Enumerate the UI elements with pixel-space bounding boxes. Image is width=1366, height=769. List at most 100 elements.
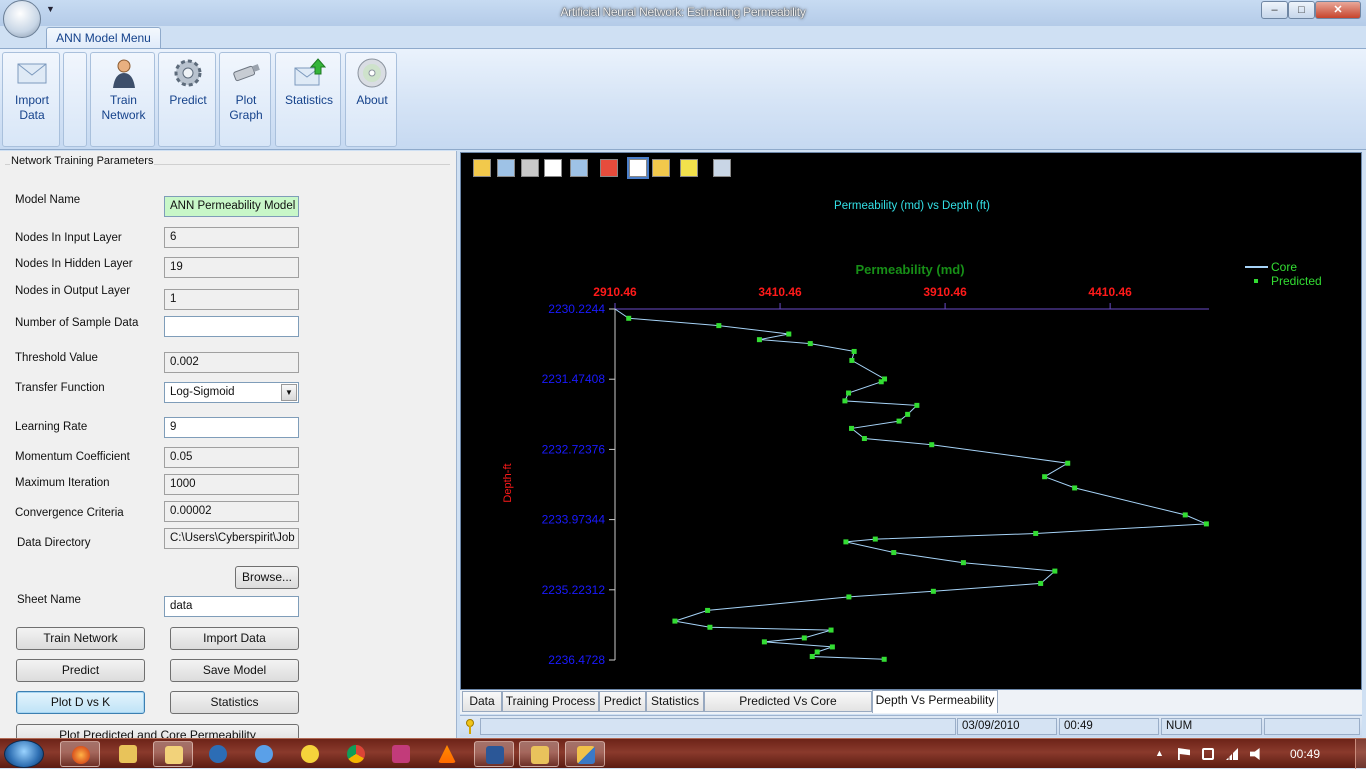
taskbar-project[interactable] bbox=[519, 741, 559, 767]
plot-predicted-core-button[interactable]: Plot Predicted and Core Permeability bbox=[16, 724, 299, 738]
properties-icon[interactable] bbox=[627, 157, 649, 179]
status-bar: 03/09/2010 00:49 NUM bbox=[460, 715, 1362, 737]
x-axis-label: Permeability (md) bbox=[855, 262, 964, 277]
tab-data[interactable]: Data bbox=[462, 691, 502, 712]
zoom-icon[interactable] bbox=[544, 159, 562, 177]
import-data-button[interactable]: Import Data bbox=[3, 53, 61, 123]
predicted-point bbox=[1052, 568, 1058, 574]
predicted-point bbox=[878, 379, 884, 385]
ribbon: Import Data Train Network Predict Plot G… bbox=[0, 48, 1366, 150]
taskbar-word[interactable] bbox=[474, 741, 514, 767]
train-network-button-panel[interactable]: Train Network bbox=[16, 627, 145, 650]
x-tick-label: 3910.46 bbox=[923, 285, 967, 299]
axis-icon[interactable] bbox=[680, 159, 698, 177]
predicted-point bbox=[1182, 512, 1188, 518]
winrar-icon bbox=[392, 745, 410, 763]
usb-drive-icon bbox=[233, 64, 260, 82]
network-training-parameters-panel: Network Training Parameters Model Name A… bbox=[0, 151, 457, 738]
taskbar-firefox[interactable] bbox=[60, 741, 100, 767]
predicted-point bbox=[814, 649, 820, 655]
chevron-down-icon[interactable]: ▼ bbox=[281, 384, 297, 401]
application-orb-button[interactable] bbox=[3, 0, 41, 38]
maximize-button[interactable]: □ bbox=[1288, 1, 1315, 19]
predicted-point bbox=[905, 411, 911, 417]
envelope-upload-icon bbox=[294, 58, 326, 86]
taskbar-hp[interactable] bbox=[198, 741, 238, 767]
predicted-point bbox=[843, 539, 849, 545]
group-title: Network Training Parameters bbox=[10, 155, 155, 167]
taskbar-file-manager[interactable] bbox=[153, 741, 193, 767]
taskbar-chrome[interactable] bbox=[336, 741, 376, 767]
print-icon[interactable] bbox=[521, 159, 539, 177]
sheet-name-field[interactable]: data bbox=[164, 596, 299, 617]
edit-icon[interactable] bbox=[713, 159, 731, 177]
import-data-button-panel[interactable]: Import Data bbox=[170, 627, 299, 650]
disc-icon bbox=[357, 58, 387, 88]
statistics-button[interactable]: Statistics bbox=[170, 691, 299, 714]
transfer-function-value: Log-Sigmoid bbox=[170, 386, 235, 398]
plot-d-vs-k-button[interactable]: Plot D vs K bbox=[16, 691, 145, 714]
3d-icon[interactable] bbox=[652, 159, 670, 177]
threshold-label: Threshold Value bbox=[15, 352, 98, 364]
taskbar-itunes[interactable] bbox=[244, 741, 284, 767]
messenger-icon bbox=[301, 745, 319, 763]
taskbar-explorer-folder[interactable] bbox=[108, 741, 148, 767]
save-icon[interactable] bbox=[473, 159, 491, 177]
predicted-point bbox=[1033, 530, 1039, 536]
power-icon[interactable] bbox=[1202, 748, 1214, 760]
predicted-point bbox=[896, 418, 902, 424]
minimize-button[interactable]: – bbox=[1261, 1, 1288, 19]
model-name-label: Model Name bbox=[15, 194, 81, 206]
close-button[interactable]: ✕ bbox=[1315, 1, 1361, 19]
tab-training-process[interactable]: Training Process bbox=[502, 691, 599, 712]
taskbar-winrar[interactable] bbox=[381, 741, 421, 767]
momentum-label: Momentum Coefficient bbox=[15, 451, 130, 463]
export-icon[interactable] bbox=[570, 159, 588, 177]
chart-title: Permeability (md) vs Depth (ft) bbox=[834, 200, 990, 212]
transfer-function-select[interactable]: Log-Sigmoid ▼ bbox=[164, 382, 299, 403]
learning-rate-field[interactable]: 9 bbox=[164, 417, 299, 438]
flag-icon[interactable] bbox=[1178, 748, 1190, 760]
plot-graph-button[interactable]: Plot Graph bbox=[220, 53, 272, 123]
train-network-button[interactable]: Train Network bbox=[91, 53, 156, 123]
color-icon[interactable] bbox=[600, 159, 618, 177]
ribbon-tab-ann-model-menu[interactable]: ANN Model Menu bbox=[46, 27, 161, 49]
hidden-nodes-field: 19 bbox=[164, 257, 299, 278]
about-button[interactable]: About bbox=[346, 53, 398, 123]
save-model-button[interactable]: Save Model bbox=[170, 659, 299, 682]
sample-data-field[interactable] bbox=[164, 316, 299, 337]
tab-predicted-vs-core[interactable]: Predicted Vs Core Permeability bbox=[704, 691, 872, 727]
taskbar-ann-app[interactable] bbox=[565, 741, 605, 767]
ribbon-group-plot: Plot Graph bbox=[219, 52, 271, 147]
volume-muted-icon[interactable] bbox=[1250, 748, 1260, 760]
y-tick-label: 2235.22312 bbox=[542, 583, 606, 597]
signal-icon[interactable] bbox=[1226, 748, 1238, 760]
y-tick-label: 2231.47408 bbox=[542, 372, 606, 386]
taskbar-messenger[interactable] bbox=[290, 741, 330, 767]
taskbar-vlc[interactable] bbox=[427, 741, 467, 767]
convergence-label: Convergence Criteria bbox=[15, 507, 124, 519]
input-nodes-field: 6 bbox=[164, 227, 299, 248]
start-button[interactable] bbox=[4, 740, 44, 768]
max-iteration-label: Maximum Iteration bbox=[15, 477, 110, 489]
predict-ribbon-button[interactable]: Predict bbox=[159, 53, 217, 123]
tab-statistics[interactable]: Statistics bbox=[646, 691, 704, 712]
predict-button[interactable]: Predict bbox=[16, 659, 145, 682]
show-desktop-button[interactable] bbox=[1355, 739, 1366, 769]
predicted-point bbox=[846, 390, 852, 396]
y-tick-label: 2236.4728 bbox=[548, 653, 605, 667]
taskbar-clock[interactable]: 00:49 bbox=[1290, 747, 1320, 761]
train-network-label: Train Network bbox=[101, 93, 146, 122]
threshold-field: 0.002 bbox=[164, 352, 299, 373]
y-axis-label: Depth-ft bbox=[502, 463, 514, 502]
tab-predict[interactable]: Predict bbox=[599, 691, 646, 712]
tab-depth-vs-permeability[interactable]: Depth Vs Permeability bbox=[872, 690, 998, 713]
predicted-point bbox=[842, 398, 848, 404]
statistics-ribbon-button[interactable]: Statistics bbox=[276, 53, 342, 123]
copy-icon[interactable] bbox=[497, 159, 515, 177]
predict-ribbon-label: Predict bbox=[169, 93, 207, 107]
browse-button[interactable]: Browse... bbox=[235, 566, 299, 589]
model-name-field[interactable]: ANN Permeability Model bbox=[164, 196, 299, 217]
tray-arrow-icon[interactable]: ▲ bbox=[1155, 748, 1167, 760]
learning-rate-label: Learning Rate bbox=[15, 421, 88, 433]
